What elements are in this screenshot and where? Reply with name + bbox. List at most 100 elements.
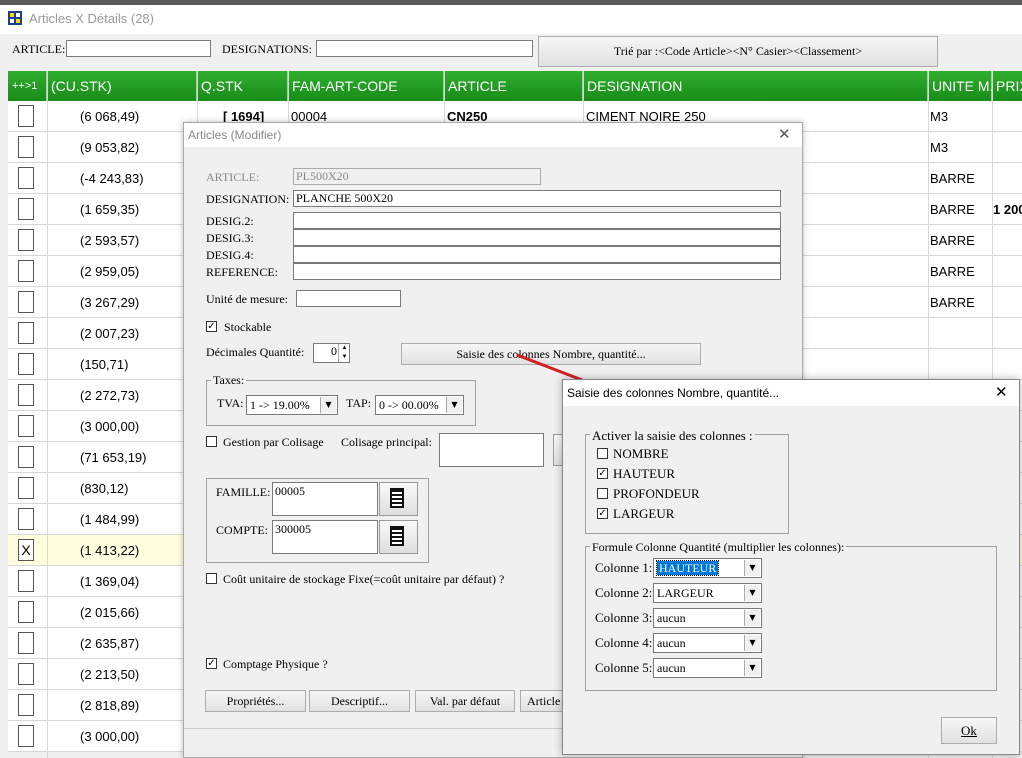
row-select-checkbox[interactable]	[18, 477, 34, 499]
reference-label: REFERENCE:	[206, 265, 279, 279]
taxes-group-title: Taxes:	[211, 373, 247, 388]
taxes-group: Taxes: TVA: 1 -> 19.00% ▼ TAP: 0 -> 00.0…	[206, 373, 476, 426]
tva-select-value: 1 -> 19.00%	[250, 398, 310, 412]
compte-field[interactable]: 300005	[272, 520, 378, 554]
colonne-select[interactable]: HAUTEUR ▼	[653, 558, 762, 578]
colonne-select-value: LARGEUR	[657, 586, 714, 600]
desig3-label: DESIG.3:	[206, 231, 254, 245]
cell-cu-stk: (71 653,19)	[80, 450, 147, 465]
descriptif-button[interactable]: Descriptif...	[309, 690, 410, 712]
proprietes-button[interactable]: Propriétés...	[205, 690, 306, 712]
cout-fixe-label: Coût unitaire de stockage Fixe(=coût uni…	[223, 572, 505, 586]
row-select-checkbox[interactable]	[18, 229, 34, 251]
colonne-select-value: HAUTEUR	[655, 560, 720, 576]
colonne-label: Colonne 3:	[595, 610, 653, 625]
chevron-down-icon: ▼	[320, 397, 336, 413]
row-select-checkbox[interactable]	[18, 384, 34, 406]
colonne-select[interactable]: aucun ▼	[653, 658, 762, 678]
cell-cu-stk: (2 959,05)	[80, 264, 140, 279]
cell-cu-stk: (6 068,49)	[80, 109, 140, 124]
search-bar: ARTICLE: DESIGNATIONS: Trié par :<Code A…	[0, 34, 1022, 71]
row-select-checkbox[interactable]	[18, 136, 34, 158]
row-select-checkbox[interactable]	[18, 353, 34, 375]
spinner-arrows-icon[interactable]: ▲ ▼	[338, 344, 350, 362]
row-select-checkbox[interactable]	[18, 570, 34, 592]
row-select-checkbox[interactable]	[18, 601, 34, 623]
row-select-checkbox[interactable]	[18, 663, 34, 685]
compte-lookup-button[interactable]	[379, 520, 418, 554]
desig2-label: DESIG.2:	[206, 214, 254, 228]
column-option-checkbox[interactable]: ✓	[597, 508, 608, 519]
colisage-checkbox[interactable]	[206, 436, 217, 447]
cell-prix: 1 200	[993, 202, 1022, 217]
unite-label: Unité de mesure:	[206, 292, 288, 306]
designation-label: DESIGNATION:	[206, 192, 290, 206]
colisage-label: Gestion par Colisage	[223, 435, 324, 449]
unite-field[interactable]	[296, 290, 401, 307]
row-select-checkbox[interactable]	[18, 322, 34, 344]
col-header-q-stk[interactable]: Q.STK	[197, 71, 288, 101]
comptage-checkbox[interactable]: ✓	[206, 658, 217, 669]
sort-button[interactable]: Trié par :<Code Article><N° Casier><Clas…	[538, 36, 938, 67]
column-option-checkbox[interactable]	[597, 488, 608, 499]
colonne-label: Colonne 1:	[595, 560, 653, 575]
valeur-defaut-button[interactable]: Val. par défaut	[415, 690, 515, 712]
famille-lookup-button[interactable]	[379, 482, 418, 516]
tva-select[interactable]: 1 -> 19.00% ▼	[246, 395, 338, 415]
colonne-select-value: aucun	[657, 636, 686, 650]
tap-select[interactable]: 0 -> 00.00% ▼	[375, 395, 464, 415]
col-header-unite[interactable]: UNITE M.	[928, 71, 993, 101]
row-select-checkbox[interactable]	[18, 291, 34, 313]
tva-label: TVA:	[217, 396, 244, 410]
desig2-field[interactable]	[293, 212, 781, 229]
cout-fixe-checkbox[interactable]	[206, 573, 217, 584]
designation-field[interactable]: PLANCHE 500X20	[293, 190, 781, 207]
window-title: Articles X Détails (28)	[29, 11, 154, 26]
chevron-down-icon: ▼	[446, 397, 462, 413]
chevron-down-icon: ▼	[744, 660, 760, 676]
col-header-article[interactable]: ARTICLE	[444, 71, 583, 101]
row-select-checkbox[interactable]	[18, 167, 34, 189]
column-option-checkbox[interactable]	[597, 448, 608, 459]
row-select-checkbox[interactable]	[18, 632, 34, 654]
ok-button[interactable]: Ok	[941, 717, 997, 744]
colonne-select[interactable]: aucun ▼	[653, 608, 762, 628]
row-select-checkbox[interactable]	[18, 446, 34, 468]
col-header-prix[interactable]: PRIX	[992, 71, 1022, 101]
row-select-checkbox[interactable]	[18, 415, 34, 437]
colonne-label: Colonne 2:	[595, 585, 653, 600]
col-header-cu-stk[interactable]: (CU.STK)	[47, 71, 197, 101]
colonne-select[interactable]: aucun ▼	[653, 633, 762, 653]
colisage-principal-field[interactable]	[439, 433, 544, 467]
desig3-field[interactable]	[293, 229, 781, 246]
row-select-checkbox[interactable]	[18, 198, 34, 220]
row-select-checkbox[interactable]	[18, 105, 34, 127]
col-header-select[interactable]: ++>1	[8, 71, 47, 101]
stockable-checkbox[interactable]: ✓	[206, 321, 217, 332]
desig4-field[interactable]	[293, 246, 781, 263]
row-select-checkbox[interactable]	[18, 508, 34, 530]
article-search-input[interactable]	[66, 40, 211, 57]
cell-cu-stk: (2 818,89)	[80, 698, 140, 713]
colonne-select[interactable]: LARGEUR ▼	[653, 583, 762, 603]
colisage-principal-label: Colisage principal:	[341, 435, 432, 449]
row-select-checkbox[interactable]	[18, 725, 34, 747]
column-option-label: LARGEUR	[613, 506, 675, 521]
designations-search-input[interactable]	[316, 40, 533, 57]
row-select-checkbox[interactable]: X	[18, 539, 34, 561]
close-icon[interactable]: ✕	[995, 383, 1008, 401]
row-select-checkbox[interactable]	[18, 260, 34, 282]
column-option-checkbox[interactable]: ✓	[597, 468, 608, 479]
cell-cu-stk: (3 000,00)	[80, 729, 140, 744]
col-header-fam-art-code[interactable]: FAM-ART-CODE	[288, 71, 444, 101]
famille-field[interactable]: 00005	[272, 482, 378, 516]
col-header-designation[interactable]: DESIGNATION	[583, 71, 928, 101]
cell-unite: BARRE	[930, 171, 975, 186]
reference-field[interactable]	[293, 263, 781, 280]
cell-cu-stk: (830,12)	[80, 481, 129, 496]
close-icon[interactable]: ✕	[778, 125, 791, 143]
row-select-checkbox[interactable]	[18, 694, 34, 716]
cell-cu-stk: (1 369,04)	[80, 574, 140, 589]
list-lookup-icon	[390, 488, 404, 508]
stockable-label: Stockable	[224, 320, 272, 334]
